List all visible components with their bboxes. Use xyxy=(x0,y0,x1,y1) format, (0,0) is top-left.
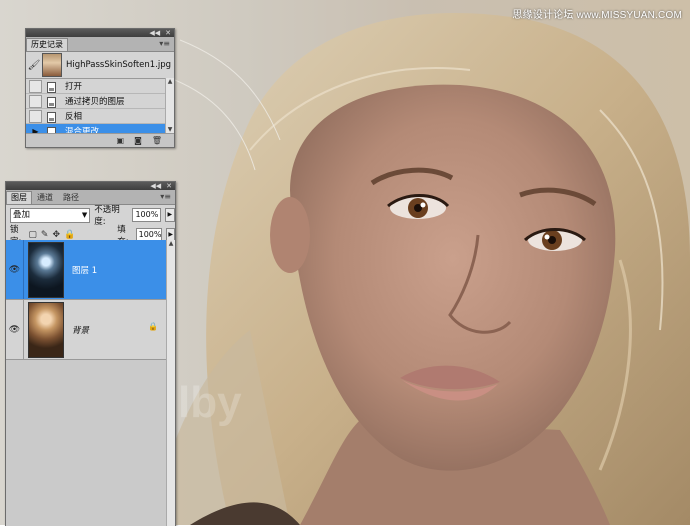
panel-menu-icon[interactable]: ▾≡ xyxy=(160,192,171,201)
layer-list-empty-area xyxy=(6,360,166,526)
opacity-slider-toggle[interactable]: ▶ xyxy=(164,208,175,222)
history-item-invert[interactable]: 反相 xyxy=(26,109,174,124)
history-brush-icon[interactable]: 🖌 xyxy=(26,60,42,71)
chevron-down-icon: ▼ xyxy=(81,210,88,219)
collapse-panel-icon[interactable]: ◀◀ xyxy=(149,29,160,37)
collapse-panel-icon[interactable]: ◀◀ xyxy=(150,182,161,190)
history-item-open[interactable]: 打开 xyxy=(26,79,174,94)
history-item-label: 通过拷贝的图层 xyxy=(65,97,125,107)
document-state-icon xyxy=(45,111,57,123)
layer-thumbnail xyxy=(28,241,64,298)
lock-position-icon[interactable]: ✥ xyxy=(52,230,60,240)
canvas-overlay-text: lby xyxy=(178,378,242,427)
history-item-label: 反相 xyxy=(65,112,83,122)
tab-channels[interactable]: 通道 xyxy=(32,191,58,204)
history-footer: ▣ ◙ 🗑 xyxy=(26,133,174,147)
history-tabstrip: 历史记录 ▾≡ xyxy=(26,37,174,52)
layer-name[interactable]: 背景 xyxy=(72,324,89,336)
blend-opacity-row: 叠加 ▼ 不透明度: 100% ▶ xyxy=(6,205,175,227)
snapshot-name: HighPassSkinSoften1.jpg xyxy=(66,60,172,70)
snapshot-thumbnail xyxy=(42,53,62,77)
history-item-label: 打开 xyxy=(65,82,83,92)
close-panel-icon[interactable]: ✕ xyxy=(165,29,171,37)
new-document-icon[interactable]: ▣ xyxy=(117,136,125,145)
lock-all-icon[interactable]: 🔒 xyxy=(64,230,75,240)
history-source-box[interactable] xyxy=(29,109,42,123)
panel-titlebar[interactable]: ◀◀ ✕ xyxy=(6,182,175,190)
lock-pixels-icon[interactable]: ✎ xyxy=(41,230,49,240)
snapshot-icon[interactable]: ◙ xyxy=(134,136,142,145)
scroll-down-icon[interactable]: ▼ xyxy=(166,126,174,133)
history-source-box[interactable] xyxy=(29,79,42,93)
eye-icon[interactable]: 👁 xyxy=(6,300,24,359)
history-list: 打开 通过拷贝的图层 反相 ▶ 混合更改 xyxy=(26,79,174,139)
history-scrollbar[interactable]: ▲ ▼ xyxy=(165,78,174,133)
scroll-up-icon[interactable]: ▲ xyxy=(167,240,175,247)
layer-name[interactable]: 图层 1 xyxy=(72,264,97,276)
history-source-box[interactable] xyxy=(29,94,42,108)
layers-panel: ◀◀ ✕ 图层 通道 路径 ▾≡ 叠加 ▼ 不透明度: 100% ▶ 锁定: ▢… xyxy=(5,181,176,526)
layers-scrollbar[interactable]: ▲ xyxy=(166,240,175,526)
eye-icon[interactable]: 👁 xyxy=(6,240,24,299)
trash-icon[interactable]: 🗑 xyxy=(152,136,162,145)
lock-icon: 🔒 xyxy=(148,322,158,331)
blend-mode-value: 叠加 xyxy=(13,209,31,220)
layer-row-layer-1[interactable]: 👁 图层 1 xyxy=(6,240,166,300)
close-panel-icon[interactable]: ✕ xyxy=(166,182,172,190)
layer-list: 👁 图层 1 👁 背景 🔒 xyxy=(6,240,166,526)
tab-paths[interactable]: 路径 xyxy=(58,191,84,204)
document-state-icon xyxy=(45,96,57,108)
lock-transparency-icon[interactable]: ▢ xyxy=(28,230,37,240)
tab-layers[interactable]: 图层 xyxy=(6,191,32,204)
layers-tabstrip: 图层 通道 路径 ▾≡ xyxy=(6,190,175,205)
opacity-input[interactable]: 100% xyxy=(132,208,161,222)
panel-menu-icon[interactable]: ▾≡ xyxy=(159,39,170,48)
scroll-up-icon[interactable]: ▲ xyxy=(166,78,174,85)
history-panel: ◀◀ ✕ 历史记录 ▾≡ 🖌 HighPassSkinSoften1.jpg 打… xyxy=(25,28,175,148)
history-snapshot[interactable]: 🖌 HighPassSkinSoften1.jpg xyxy=(26,52,174,79)
blend-mode-select[interactable]: 叠加 ▼ xyxy=(10,207,91,223)
tab-history[interactable]: 历史记录 xyxy=(26,38,68,51)
document-state-icon xyxy=(45,81,57,93)
site-watermark: 思缘设计论坛 www.MISSYUAN.COM xyxy=(512,10,682,21)
history-item-layer-via-copy[interactable]: 通过拷贝的图层 xyxy=(26,94,174,109)
layer-thumbnail xyxy=(28,301,64,358)
layer-row-background[interactable]: 👁 背景 🔒 xyxy=(6,300,166,360)
panel-titlebar[interactable]: ◀◀ ✕ xyxy=(26,29,174,37)
